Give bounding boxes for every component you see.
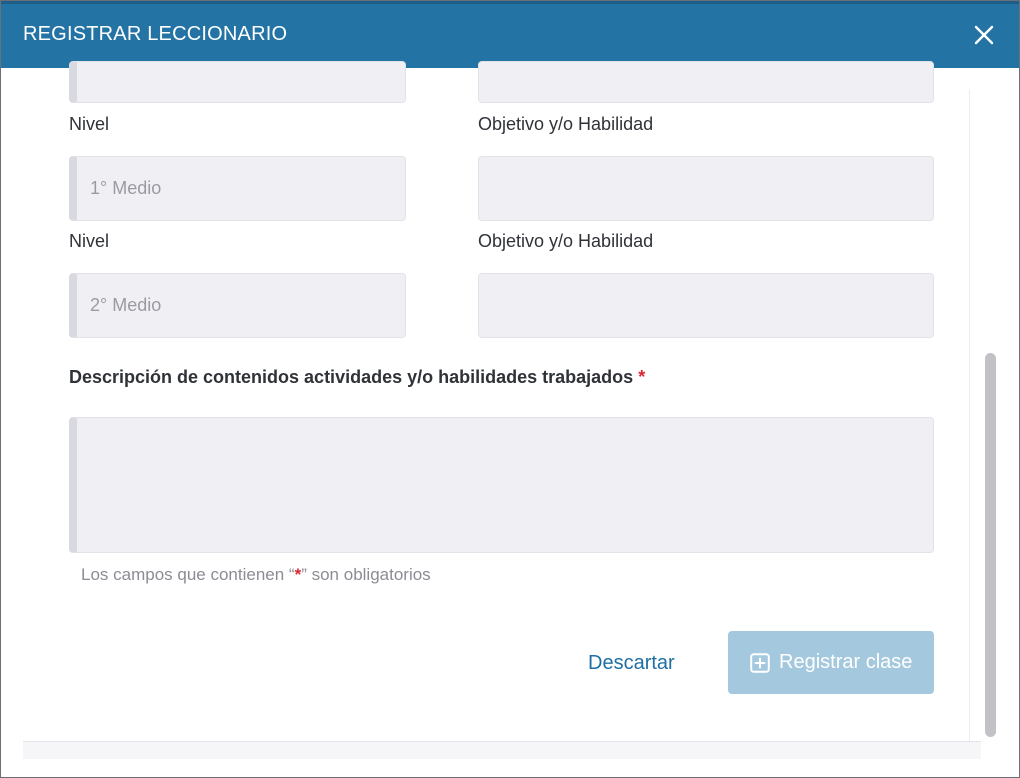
- description-label-text: Descripción de contenidos actividades y/…: [69, 367, 634, 387]
- description-textarea[interactable]: [69, 417, 934, 553]
- nivel-value: 1° Medio: [90, 178, 162, 198]
- register-class-label: Registrar clase: [779, 651, 913, 673]
- content-divider: [969, 89, 970, 741]
- objetivo-label: Objetivo y/o Habilidad: [478, 114, 654, 134]
- nivel-field-previous[interactable]: [69, 61, 406, 103]
- register-lesson-modal: REGISTRAR LECCIONARIO Nivel Objetivo y/o…: [0, 0, 1020, 778]
- nivel-field[interactable]: 2° Medio: [69, 273, 406, 338]
- close-button[interactable]: [973, 24, 995, 46]
- required-mark: *: [638, 367, 646, 387]
- nivel-label: Nivel: [69, 114, 110, 134]
- modal-title: REGISTRAR LECCIONARIO: [23, 23, 288, 45]
- objetivo-field[interactable]: [478, 156, 934, 221]
- hint-text-after: ” son obligatorios: [301, 565, 431, 584]
- scrollbar-thumb[interactable]: [985, 353, 996, 737]
- modal-header: REGISTRAR LECCIONARIO: [1, 1, 1019, 68]
- hint-text-before: Los campos que contienen “: [81, 565, 295, 584]
- objetivo-field-previous[interactable]: [478, 61, 934, 103]
- nivel-value: 2° Medio: [90, 295, 162, 315]
- objetivo-label: Objetivo y/o Habilidad: [478, 231, 654, 251]
- close-icon: [974, 25, 994, 45]
- modal-footer: [23, 741, 981, 759]
- nivel-field[interactable]: 1° Medio: [69, 156, 406, 221]
- plus-square-icon: [750, 653, 770, 673]
- required-fields-hint: Los campos que contienen “*” son obligat…: [81, 565, 431, 585]
- register-class-button[interactable]: Registrar clase: [728, 631, 934, 694]
- discard-button[interactable]: Descartar: [588, 652, 675, 675]
- objetivo-field[interactable]: [478, 273, 934, 338]
- nivel-label: Nivel: [69, 231, 110, 251]
- description-label: Descripción de contenidos actividades y/…: [69, 367, 645, 388]
